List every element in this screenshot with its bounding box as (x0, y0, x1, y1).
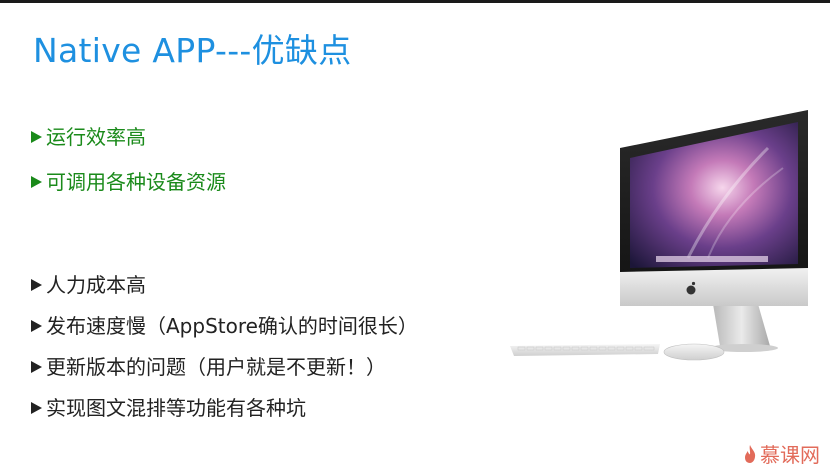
cons-item: 人力成本高 (31, 274, 418, 296)
cons-item: 实现图文混排等功能有各种坑 (31, 397, 418, 419)
arrow-bullet-icon (31, 402, 42, 414)
watermark-text: 慕课网 (760, 443, 820, 467)
imac-computer-illustration (510, 110, 808, 361)
pros-item: 可调用各种设备资源 (31, 171, 226, 193)
arrow-bullet-icon (31, 320, 42, 332)
cons-item-text: 更新版本的问题（用户就是不更新！） (46, 355, 386, 379)
pros-item-text: 可调用各种设备资源 (46, 170, 226, 194)
arrow-bullet-icon (31, 131, 42, 143)
top-border (0, 0, 830, 3)
watermark-logo: 慕课网 (743, 439, 820, 468)
cons-item-text: 发布速度慢（AppStore确认的时间很长） (46, 314, 418, 338)
pros-item: 运行效率高 (31, 126, 226, 148)
pros-item-text: 运行效率高 (46, 125, 146, 149)
flame-logo-icon (745, 444, 756, 463)
arrow-bullet-icon (31, 279, 42, 291)
slide-title: Native APP---优缺点 (33, 31, 352, 70)
cons-list: 人力成本高 发布速度慢（AppStore确认的时间很长） 更新版本的问题（用户就… (31, 274, 418, 438)
arrow-bullet-icon (31, 361, 42, 373)
cons-item-text: 人力成本高 (46, 273, 146, 297)
arrow-bullet-icon (31, 176, 42, 188)
pros-list: 运行效率高 可调用各种设备资源 (31, 126, 226, 216)
cons-item: 发布速度慢（AppStore确认的时间很长） (31, 315, 418, 337)
cons-item: 更新版本的问题（用户就是不更新！） (31, 356, 418, 378)
cons-item-text: 实现图文混排等功能有各种坑 (46, 396, 306, 420)
